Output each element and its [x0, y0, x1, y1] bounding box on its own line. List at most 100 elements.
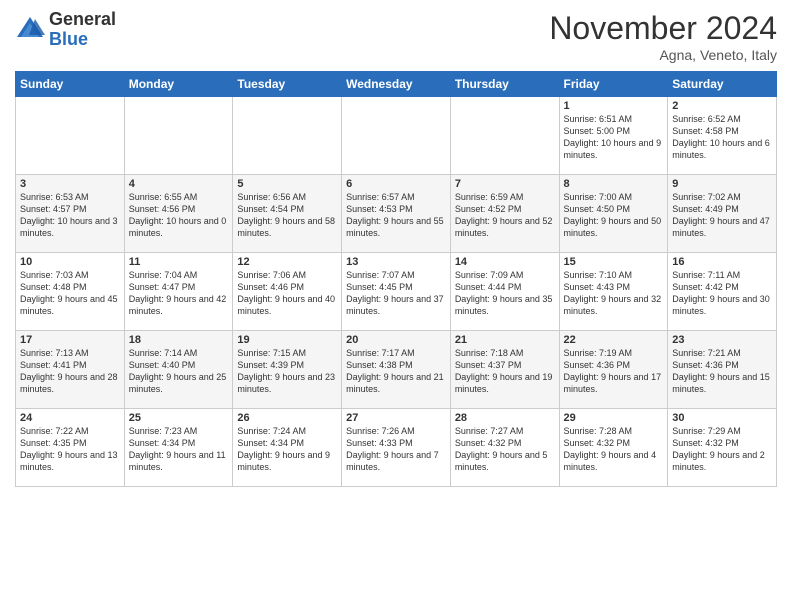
- table-row: 5Sunrise: 6:56 AM Sunset: 4:54 PM Daylig…: [233, 175, 342, 253]
- calendar-week-5: 24Sunrise: 7:22 AM Sunset: 4:35 PM Dayli…: [16, 409, 777, 487]
- table-row: 19Sunrise: 7:15 AM Sunset: 4:39 PM Dayli…: [233, 331, 342, 409]
- header-wednesday: Wednesday: [342, 72, 451, 97]
- day-info: Sunrise: 7:27 AM Sunset: 4:32 PM Dayligh…: [455, 425, 555, 474]
- day-number: 2: [672, 100, 772, 112]
- table-row: 26Sunrise: 7:24 AM Sunset: 4:34 PM Dayli…: [233, 409, 342, 487]
- day-number: 3: [20, 178, 120, 190]
- day-info: Sunrise: 7:03 AM Sunset: 4:48 PM Dayligh…: [20, 269, 120, 318]
- table-row: 9Sunrise: 7:02 AM Sunset: 4:49 PM Daylig…: [668, 175, 777, 253]
- day-number: 25: [129, 412, 229, 424]
- table-row: 25Sunrise: 7:23 AM Sunset: 4:34 PM Dayli…: [124, 409, 233, 487]
- table-row: 24Sunrise: 7:22 AM Sunset: 4:35 PM Dayli…: [16, 409, 125, 487]
- day-info: Sunrise: 7:19 AM Sunset: 4:36 PM Dayligh…: [564, 347, 664, 396]
- day-number: 16: [672, 256, 772, 268]
- location-subtitle: Agna, Veneto, Italy: [549, 47, 777, 63]
- day-number: 10: [20, 256, 120, 268]
- day-info: Sunrise: 7:14 AM Sunset: 4:40 PM Dayligh…: [129, 347, 229, 396]
- day-number: 12: [237, 256, 337, 268]
- calendar-week-4: 17Sunrise: 7:13 AM Sunset: 4:41 PM Dayli…: [16, 331, 777, 409]
- day-number: 13: [346, 256, 446, 268]
- calendar-header-row: Sunday Monday Tuesday Wednesday Thursday…: [16, 72, 777, 97]
- table-row: 21Sunrise: 7:18 AM Sunset: 4:37 PM Dayli…: [450, 331, 559, 409]
- day-info: Sunrise: 7:11 AM Sunset: 4:42 PM Dayligh…: [672, 269, 772, 318]
- logo: General Blue: [15, 10, 116, 50]
- day-info: Sunrise: 7:09 AM Sunset: 4:44 PM Dayligh…: [455, 269, 555, 318]
- table-row: 10Sunrise: 7:03 AM Sunset: 4:48 PM Dayli…: [16, 253, 125, 331]
- table-row: [16, 97, 125, 175]
- table-row: 1Sunrise: 6:51 AM Sunset: 5:00 PM Daylig…: [559, 97, 668, 175]
- day-info: Sunrise: 6:59 AM Sunset: 4:52 PM Dayligh…: [455, 191, 555, 240]
- day-number: 28: [455, 412, 555, 424]
- header-monday: Monday: [124, 72, 233, 97]
- header-saturday: Saturday: [668, 72, 777, 97]
- table-row: 30Sunrise: 7:29 AM Sunset: 4:32 PM Dayli…: [668, 409, 777, 487]
- day-number: 8: [564, 178, 664, 190]
- table-row: 4Sunrise: 6:55 AM Sunset: 4:56 PM Daylig…: [124, 175, 233, 253]
- day-info: Sunrise: 7:21 AM Sunset: 4:36 PM Dayligh…: [672, 347, 772, 396]
- calendar-week-3: 10Sunrise: 7:03 AM Sunset: 4:48 PM Dayli…: [16, 253, 777, 331]
- day-number: 29: [564, 412, 664, 424]
- logo-icon: [15, 15, 45, 45]
- month-title: November 2024: [549, 10, 777, 47]
- day-info: Sunrise: 7:15 AM Sunset: 4:39 PM Dayligh…: [237, 347, 337, 396]
- day-info: Sunrise: 7:04 AM Sunset: 4:47 PM Dayligh…: [129, 269, 229, 318]
- day-info: Sunrise: 7:22 AM Sunset: 4:35 PM Dayligh…: [20, 425, 120, 474]
- table-row: 28Sunrise: 7:27 AM Sunset: 4:32 PM Dayli…: [450, 409, 559, 487]
- header-sunday: Sunday: [16, 72, 125, 97]
- calendar-table: Sunday Monday Tuesday Wednesday Thursday…: [15, 71, 777, 487]
- day-info: Sunrise: 7:02 AM Sunset: 4:49 PM Dayligh…: [672, 191, 772, 240]
- header-friday: Friday: [559, 72, 668, 97]
- logo-general: General: [49, 10, 116, 30]
- logo-blue: Blue: [49, 30, 116, 50]
- title-block: November 2024 Agna, Veneto, Italy: [549, 10, 777, 63]
- day-number: 7: [455, 178, 555, 190]
- table-row: 8Sunrise: 7:00 AM Sunset: 4:50 PM Daylig…: [559, 175, 668, 253]
- day-number: 9: [672, 178, 772, 190]
- calendar-week-1: 1Sunrise: 6:51 AM Sunset: 5:00 PM Daylig…: [16, 97, 777, 175]
- day-info: Sunrise: 7:17 AM Sunset: 4:38 PM Dayligh…: [346, 347, 446, 396]
- table-row: 2Sunrise: 6:52 AM Sunset: 4:58 PM Daylig…: [668, 97, 777, 175]
- table-row: 3Sunrise: 6:53 AM Sunset: 4:57 PM Daylig…: [16, 175, 125, 253]
- day-number: 17: [20, 334, 120, 346]
- logo-text: General Blue: [49, 10, 116, 50]
- page-container: General Blue November 2024 Agna, Veneto,…: [0, 0, 792, 495]
- day-number: 21: [455, 334, 555, 346]
- table-row: 27Sunrise: 7:26 AM Sunset: 4:33 PM Dayli…: [342, 409, 451, 487]
- day-number: 11: [129, 256, 229, 268]
- table-row: [124, 97, 233, 175]
- day-number: 1: [564, 100, 664, 112]
- day-info: Sunrise: 6:51 AM Sunset: 5:00 PM Dayligh…: [564, 113, 664, 162]
- day-info: Sunrise: 7:00 AM Sunset: 4:50 PM Dayligh…: [564, 191, 664, 240]
- day-info: Sunrise: 7:29 AM Sunset: 4:32 PM Dayligh…: [672, 425, 772, 474]
- table-row: 17Sunrise: 7:13 AM Sunset: 4:41 PM Dayli…: [16, 331, 125, 409]
- day-info: Sunrise: 6:52 AM Sunset: 4:58 PM Dayligh…: [672, 113, 772, 162]
- table-row: 22Sunrise: 7:19 AM Sunset: 4:36 PM Dayli…: [559, 331, 668, 409]
- day-info: Sunrise: 6:53 AM Sunset: 4:57 PM Dayligh…: [20, 191, 120, 240]
- table-row: 6Sunrise: 6:57 AM Sunset: 4:53 PM Daylig…: [342, 175, 451, 253]
- day-info: Sunrise: 6:57 AM Sunset: 4:53 PM Dayligh…: [346, 191, 446, 240]
- day-number: 15: [564, 256, 664, 268]
- table-row: [450, 97, 559, 175]
- table-row: 16Sunrise: 7:11 AM Sunset: 4:42 PM Dayli…: [668, 253, 777, 331]
- table-row: 23Sunrise: 7:21 AM Sunset: 4:36 PM Dayli…: [668, 331, 777, 409]
- table-row: 14Sunrise: 7:09 AM Sunset: 4:44 PM Dayli…: [450, 253, 559, 331]
- calendar-week-2: 3Sunrise: 6:53 AM Sunset: 4:57 PM Daylig…: [16, 175, 777, 253]
- day-info: Sunrise: 7:28 AM Sunset: 4:32 PM Dayligh…: [564, 425, 664, 474]
- table-row: 11Sunrise: 7:04 AM Sunset: 4:47 PM Dayli…: [124, 253, 233, 331]
- day-info: Sunrise: 6:56 AM Sunset: 4:54 PM Dayligh…: [237, 191, 337, 240]
- day-number: 24: [20, 412, 120, 424]
- table-row: 20Sunrise: 7:17 AM Sunset: 4:38 PM Dayli…: [342, 331, 451, 409]
- day-info: Sunrise: 6:55 AM Sunset: 4:56 PM Dayligh…: [129, 191, 229, 240]
- day-number: 5: [237, 178, 337, 190]
- table-row: 7Sunrise: 6:59 AM Sunset: 4:52 PM Daylig…: [450, 175, 559, 253]
- day-number: 14: [455, 256, 555, 268]
- day-number: 23: [672, 334, 772, 346]
- day-info: Sunrise: 7:13 AM Sunset: 4:41 PM Dayligh…: [20, 347, 120, 396]
- day-number: 18: [129, 334, 229, 346]
- table-row: 12Sunrise: 7:06 AM Sunset: 4:46 PM Dayli…: [233, 253, 342, 331]
- table-row: 13Sunrise: 7:07 AM Sunset: 4:45 PM Dayli…: [342, 253, 451, 331]
- day-number: 4: [129, 178, 229, 190]
- day-number: 19: [237, 334, 337, 346]
- table-row: [342, 97, 451, 175]
- day-info: Sunrise: 7:24 AM Sunset: 4:34 PM Dayligh…: [237, 425, 337, 474]
